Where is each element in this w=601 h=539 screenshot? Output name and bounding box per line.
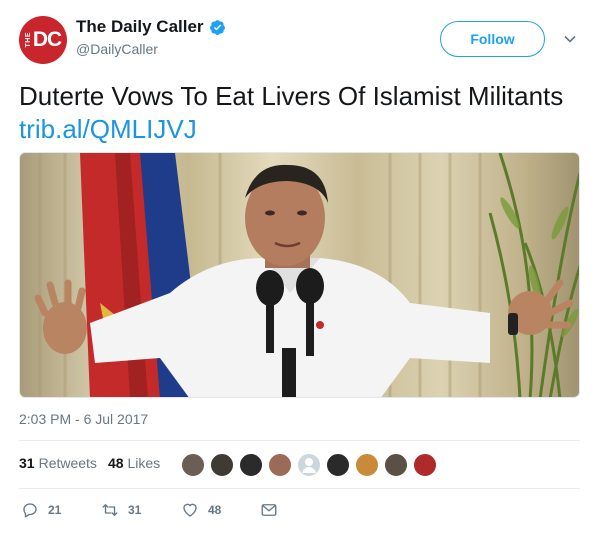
likes-count: 48 bbox=[107, 455, 124, 471]
liker-avatar[interactable] bbox=[268, 453, 292, 477]
liker-avatar[interactable] bbox=[413, 453, 437, 477]
tweet-link[interactable]: trib.al/QMLIJVJ bbox=[19, 114, 197, 144]
retweets-label: Retweets bbox=[38, 455, 97, 471]
follow-button[interactable]: Follow bbox=[440, 21, 545, 57]
tweet-photo[interactable] bbox=[19, 152, 580, 398]
avatar-small-text: THE bbox=[24, 32, 32, 48]
tweet-body: Duterte Vows To Eat Livers Of Islamist M… bbox=[19, 81, 564, 111]
account-name-row: The Daily Caller bbox=[76, 17, 226, 37]
retweet-icon bbox=[102, 504, 118, 516]
reply-action[interactable]: 21 bbox=[21, 501, 61, 519]
retweets-stat[interactable]: 31 Retweets bbox=[19, 455, 97, 471]
message-action[interactable] bbox=[260, 501, 278, 519]
account-handle[interactable]: @DailyCaller bbox=[76, 41, 158, 57]
default-avatar-icon[interactable] bbox=[297, 453, 321, 477]
photo-image bbox=[20, 153, 579, 397]
liker-avatar[interactable] bbox=[355, 453, 379, 477]
like-action[interactable]: 48 bbox=[181, 501, 221, 519]
likes-label: Likes bbox=[127, 455, 161, 471]
liker-avatar[interactable] bbox=[210, 453, 234, 477]
retweets-count: 31 bbox=[19, 455, 35, 471]
tweet-timestamp[interactable]: 2:03 PM - 6 Jul 2017 bbox=[19, 411, 148, 427]
engagement-stats: 31 Retweets 48 Likes bbox=[19, 455, 171, 471]
liker-avatars bbox=[181, 453, 442, 477]
liker-avatar[interactable] bbox=[384, 453, 408, 477]
reply-icon bbox=[23, 503, 37, 518]
liker-avatar[interactable] bbox=[181, 453, 205, 477]
divider bbox=[19, 488, 580, 489]
tweet-actions: 21 31 48 bbox=[19, 501, 319, 523]
reply-count: 21 bbox=[48, 503, 62, 517]
retweet-count: 31 bbox=[128, 503, 142, 517]
retweet-action[interactable]: 31 bbox=[101, 501, 141, 519]
liker-avatar[interactable] bbox=[239, 453, 263, 477]
verified-badge-icon bbox=[209, 19, 225, 35]
heart-icon bbox=[183, 503, 197, 517]
display-name[interactable]: The Daily Caller bbox=[76, 17, 204, 37]
chevron-down-icon[interactable] bbox=[563, 32, 577, 46]
likes-stat[interactable]: 48 Likes bbox=[108, 455, 160, 471]
like-count: 48 bbox=[208, 503, 222, 517]
tweet-text: Duterte Vows To Eat Livers Of Islamist M… bbox=[19, 80, 579, 146]
divider bbox=[19, 440, 580, 441]
account-avatar[interactable]: THE DC bbox=[19, 16, 67, 64]
avatar-initials: DC bbox=[32, 28, 62, 51]
message-icon bbox=[261, 504, 277, 516]
liker-avatar[interactable] bbox=[326, 453, 350, 477]
